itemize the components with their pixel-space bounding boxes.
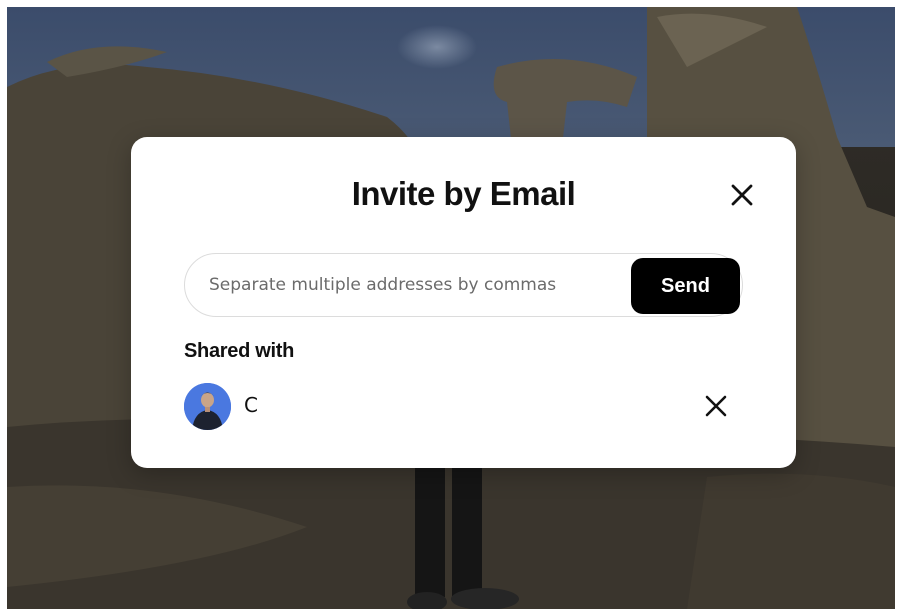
shared-user-name: C <box>244 393 258 417</box>
email-invite-field-group: Send <box>184 253 743 317</box>
invite-by-email-dialog: Invite by Email Send Shared with C <box>131 137 796 468</box>
shared-user-row: C <box>184 382 743 430</box>
send-button[interactable]: Send <box>631 258 740 314</box>
dialog-title: Invite by Email <box>351 175 576 212</box>
close-icon <box>731 184 753 206</box>
close-icon <box>705 395 727 417</box>
remove-shared-user-button[interactable] <box>702 392 730 420</box>
close-dialog-button[interactable] <box>727 180 757 210</box>
avatar <box>184 383 231 430</box>
avatar-user-icon <box>184 383 231 430</box>
shared-with-heading: Shared with <box>184 340 295 362</box>
email-addresses-input[interactable] <box>209 268 619 302</box>
